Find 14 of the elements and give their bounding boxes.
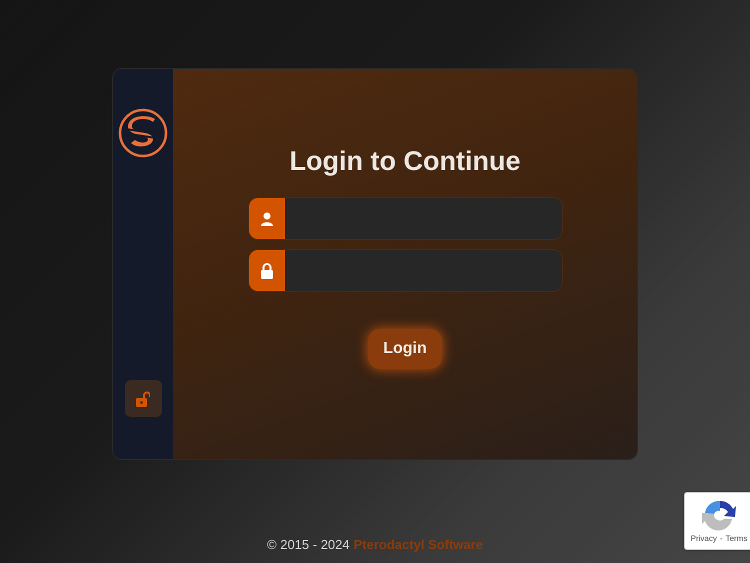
username-field[interactable]	[248, 197, 562, 240]
login-title: Login to Continue	[290, 145, 520, 178]
recaptcha-icon	[702, 499, 736, 531]
copyright-text: © 2015 - 2024	[267, 536, 350, 554]
password-field[interactable]	[248, 249, 562, 292]
unlock-button[interactable]	[124, 380, 162, 417]
terms-link[interactable]: Terms	[726, 533, 748, 545]
unlocked-padlock-icon	[136, 390, 150, 406]
padlock-icon	[260, 262, 274, 278]
privacy-link[interactable]: Privacy	[690, 533, 717, 545]
separator-text: -	[720, 533, 723, 545]
logo-icon	[117, 107, 169, 159]
login-button[interactable]: Login	[368, 329, 442, 369]
user-icon	[260, 212, 274, 226]
